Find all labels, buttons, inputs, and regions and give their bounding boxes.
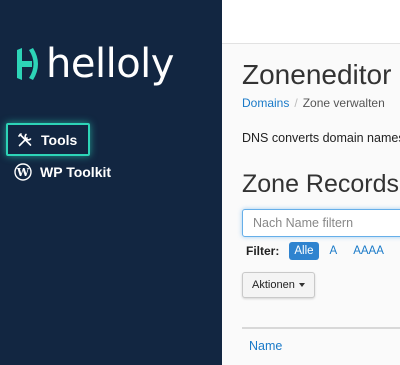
filter-label: Filter: — [246, 244, 280, 258]
actions-dropdown-button[interactable]: Aktionen — [242, 272, 315, 298]
sidebar-item-wp-toolkit[interactable]: W WP Toolkit — [6, 163, 111, 181]
helloly-logo-mark-icon — [17, 48, 38, 80]
filter-bar: Filter: Alle A AAAA C — [246, 242, 400, 260]
page-title: Zoneneditor — [242, 59, 392, 90]
sidebar-item-label: WP Toolkit — [40, 164, 112, 180]
wordpress-icon: W — [14, 163, 32, 181]
intro-text: DNS converts domain names i — [242, 131, 400, 145]
column-header-name[interactable]: Name — [249, 339, 282, 353]
filter-option-aaaa[interactable]: AAAA — [348, 242, 389, 260]
svg-text:W: W — [16, 166, 30, 179]
filter-option-all[interactable]: Alle — [289, 242, 319, 260]
table-header: Name — [242, 327, 400, 365]
breadcrumb: Domains / Zone verwalten — [242, 96, 385, 110]
breadcrumb-current: Zone verwalten — [302, 96, 385, 110]
tools-icon — [17, 132, 33, 148]
search-input[interactable] — [242, 209, 400, 237]
sidebar-item-label: Tools — [41, 131, 78, 148]
top-bar — [222, 0, 400, 44]
main-content: Zoneneditor Domains / Zone verwalten DNS c… — [222, 44, 400, 365]
sidebar-item-tools[interactable]: Tools — [6, 123, 90, 156]
sidebar: helloly Tools W WP Toolkit — [0, 0, 222, 365]
filter-option-a[interactable]: A — [325, 242, 343, 260]
section-title: Zone Records — [242, 170, 400, 198]
breadcrumb-separator: / — [294, 96, 298, 110]
actions-label: Aktionen — [252, 279, 295, 291]
brand-name: helloly — [46, 41, 174, 87]
breadcrumb-link-domains[interactable]: Domains — [242, 96, 289, 110]
caret-down-icon — [298, 283, 305, 287]
brand-logo[interactable]: helloly — [14, 40, 174, 88]
filter-option-cname[interactable]: C — [395, 242, 400, 260]
